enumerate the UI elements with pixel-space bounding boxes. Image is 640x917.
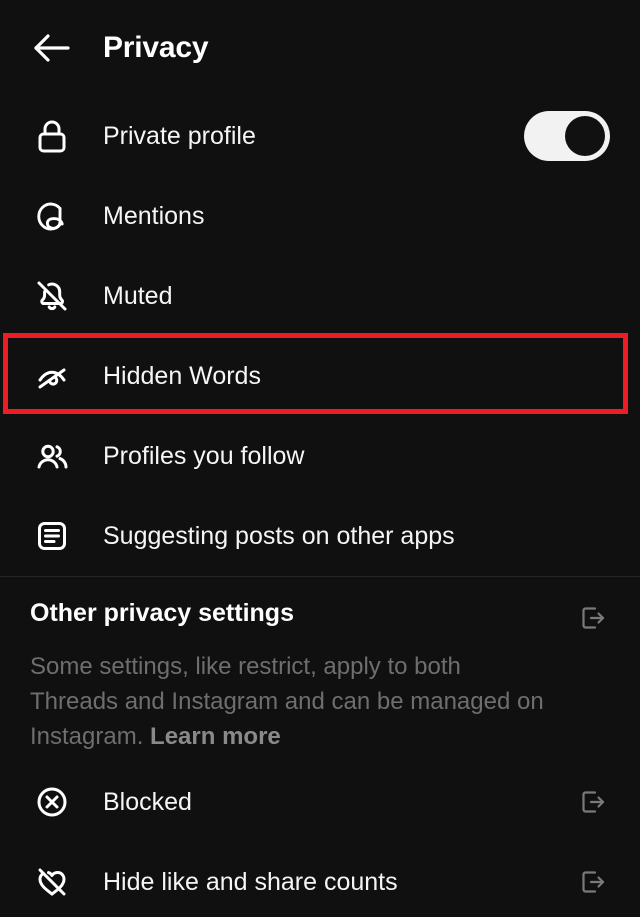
eye-slash-icon xyxy=(30,354,74,398)
setting-row-suggesting-posts[interactable]: Suggesting posts on other apps xyxy=(0,496,640,576)
setting-row-profiles-you-follow[interactable]: Profiles you follow xyxy=(0,416,640,496)
setting-label: Hidden Words xyxy=(103,361,261,390)
other-privacy-settings-section: Other privacy settings Some settings, li… xyxy=(0,577,640,762)
arrow-left-icon xyxy=(32,32,72,64)
setting-label: Blocked xyxy=(103,787,192,816)
learn-more-link[interactable]: Learn more xyxy=(150,723,281,750)
setting-label: Suggesting posts on other apps xyxy=(103,521,455,550)
setting-row-hide-like-share-counts[interactable]: Hide like and share counts xyxy=(0,842,640,917)
threads-logo-icon xyxy=(30,194,74,238)
bell-slash-icon xyxy=(30,274,74,318)
page-title: Privacy xyxy=(103,31,209,64)
circle-x-icon xyxy=(30,780,74,824)
setting-row-mentions[interactable]: Mentions xyxy=(0,176,640,256)
external-link-icon[interactable] xyxy=(576,785,610,819)
section-description: Some settings, like restrict, apply to b… xyxy=(30,649,550,754)
setting-label: Mentions xyxy=(103,201,205,230)
private-profile-toggle[interactable] xyxy=(524,111,610,161)
setting-label: Hide like and share counts xyxy=(103,867,398,896)
heart-slash-icon xyxy=(30,860,74,904)
setting-row-hidden-words[interactable]: Hidden Words xyxy=(0,336,640,416)
external-link-icon[interactable] xyxy=(576,865,610,899)
privacy-settings-screen: Privacy Private profile Mentions Muted H… xyxy=(0,0,640,917)
setting-label: Profiles you follow xyxy=(103,441,305,470)
lock-icon xyxy=(30,114,74,158)
setting-row-blocked[interactable]: Blocked xyxy=(0,762,640,842)
setting-label: Muted xyxy=(103,281,173,310)
external-link-icon[interactable] xyxy=(576,601,610,635)
people-icon xyxy=(30,434,74,478)
setting-label: Private profile xyxy=(103,121,256,150)
other-settings-header: Other privacy settings xyxy=(30,601,610,635)
list-card-icon xyxy=(30,514,74,558)
section-description-text: Some settings, like restrict, apply to b… xyxy=(30,653,544,750)
back-button[interactable] xyxy=(30,26,74,70)
setting-row-muted[interactable]: Muted xyxy=(0,256,640,336)
toggle-knob xyxy=(565,116,605,156)
section-title: Other privacy settings xyxy=(30,599,294,627)
screen-header: Privacy xyxy=(0,0,640,96)
setting-row-private-profile[interactable]: Private profile xyxy=(0,96,640,176)
